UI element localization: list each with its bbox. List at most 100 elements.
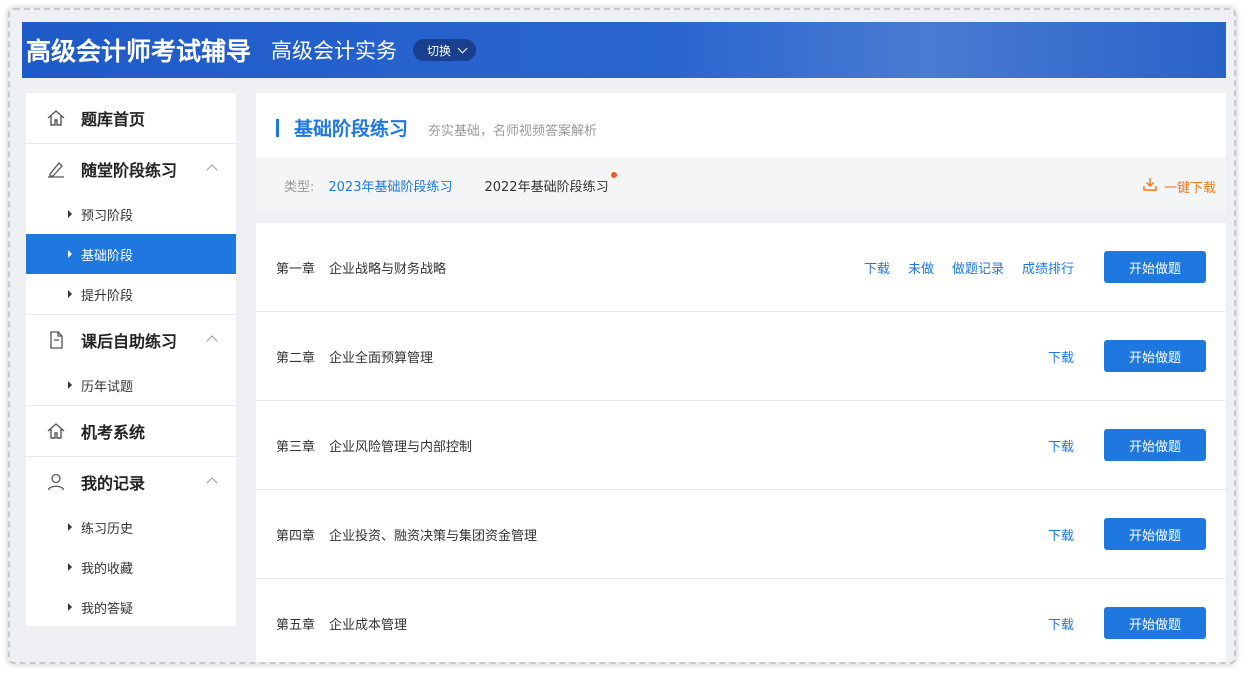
section-description: 夯实基础，名师视频答案解析 [428,123,598,139]
type-option-2022[interactable]: 2022年基础阶段练习 [484,171,617,195]
download-link[interactable]: 下载 [1048,436,1074,455]
chevron-up-icon[interactable] [206,477,218,489]
sidebar-group-my-records: 我的记录 练习历史 我的收藏 我的答疑 [26,457,236,627]
window-frame: 高级会计师考试辅导 高级会计实务 切换 题库首页 随堂阶段练习 预习阶段 基础阶… [8,8,1236,664]
chapter-row: 第四章 企业投资、融资决策与集团资金管理 下载 开始做题 [256,490,1226,579]
sidebar-item-label: 我的记录 [81,474,146,493]
download-link[interactable]: 下载 [1048,347,1074,366]
app: 高级会计师考试辅导 高级会计实务 切换 题库首页 随堂阶段练习 预习阶段 基础阶… [22,22,1226,662]
sidebar-item-exam-system[interactable]: 机考系统 [26,406,236,456]
chapter-row: 第三章 企业风险管理与内部控制 下载 开始做题 [256,401,1226,490]
sidebar-item-label: 课后自助练习 [81,332,178,351]
chapter-actions: 下载 [1048,490,1074,578]
download-link[interactable]: 下载 [864,258,890,277]
chapter-number: 第四章 [276,528,316,544]
triangle-right-icon [68,563,72,571]
chapter-name: 企业全面预算管理 [329,350,434,366]
sidebar-subitem-history[interactable]: 练习历史 [26,507,236,547]
start-practice-button[interactable]: 开始做题 [1104,518,1206,550]
type-filter-row: 类型: 2023年基础阶段练习 2022年基础阶段练习 一键下载 [256,157,1226,213]
sidebar-subitem-favorites[interactable]: 我的收藏 [26,547,236,587]
sidebar-item-label: 机考系统 [81,423,146,442]
sidebar-group-exam-system: 机考系统 [26,406,236,457]
score-ranking-link[interactable]: 成绩排行 [1022,258,1074,277]
sidebar-item-my-records[interactable]: 我的记录 [26,457,236,507]
start-practice-button[interactable]: 开始做题 [1104,251,1206,283]
chapter-number: 第二章 [276,350,316,366]
sidebar-item-label: 题库首页 [81,110,146,129]
title-accent-bar [276,118,279,137]
sidebar-subitem-advanced[interactable]: 提升阶段 [26,274,236,314]
chapter-list: 第一章 企业战略与财务战略 下载 未做 做题记录 成绩排行 开始做题 第二章 企… [256,223,1226,662]
chapter-row: 第二章 企业全面预算管理 下载 开始做题 [256,312,1226,401]
triangle-right-icon [68,250,72,258]
chapter-number: 第三章 [276,439,316,455]
sidebar-subitem-label: 历年试题 [81,379,134,395]
sidebar: 题库首页 随堂阶段练习 预习阶段 基础阶段 提升阶段 课后自助练习 历年试题 机… [26,93,236,626]
chapter-name: 企业成本管理 [329,617,408,633]
document-icon [46,330,66,350]
start-practice-button[interactable]: 开始做题 [1104,340,1206,372]
user-icon [46,472,66,492]
sidebar-item-self-practice[interactable]: 课后自助练习 [26,315,236,365]
home-icon [46,108,66,128]
chapter-name: 企业风险管理与内部控制 [329,439,473,455]
start-practice-button[interactable]: 开始做题 [1104,607,1206,639]
sidebar-subitem-label: 练习历史 [81,521,134,537]
sidebar-subitem-label: 提升阶段 [81,288,134,304]
switch-button[interactable]: 切换 [413,39,477,61]
practice-record-link[interactable]: 做题记录 [952,258,1004,277]
chevron-up-icon[interactable] [206,335,218,347]
chevron-down-icon [457,43,468,53]
status-link-not-done[interactable]: 未做 [908,258,934,277]
pen-icon [46,159,66,179]
download-icon [1142,176,1158,196]
chapter-number: 第五章 [276,617,316,633]
triangle-right-icon [68,210,72,218]
triangle-right-icon [68,290,72,298]
sidebar-subitem-qa[interactable]: 我的答疑 [26,587,236,627]
section-title-row: 基础阶段练习 夯实基础，名师视频答案解析 [276,114,597,141]
section-title: 基础阶段练习 [294,118,409,140]
site-title: 高级会计师考试辅导 [26,37,252,66]
sidebar-group-class-practice: 随堂阶段练习 预习阶段 基础阶段 提升阶段 [26,144,236,315]
triangle-right-icon [68,381,72,389]
download-all-button[interactable]: 一键下载 [1142,176,1216,196]
start-practice-button[interactable]: 开始做题 [1104,429,1206,461]
chapter-number: 第一章 [276,261,316,277]
type-label: 类型: [284,179,315,195]
sidebar-subitem-label: 我的答疑 [81,601,134,617]
sidebar-item-label: 随堂阶段练习 [81,161,178,180]
section-header-panel: 基础阶段练习 夯实基础，名师视频答案解析 类型: 2023年基础阶段练习 202… [256,93,1226,213]
chapter-actions: 下载 [1048,579,1074,662]
sidebar-subitem-label: 基础阶段 [81,248,134,264]
sidebar-item-home[interactable]: 题库首页 [26,93,236,143]
type-option-label: 2022年基础阶段练习 [484,179,609,195]
sidebar-group-self-practice: 课后自助练习 历年试题 [26,315,236,406]
download-link[interactable]: 下载 [1048,614,1074,633]
chapter-actions: 下载 [1048,401,1074,489]
sidebar-group-home: 题库首页 [26,93,236,144]
chapter-name: 企业战略与财务战略 [329,261,447,277]
triangle-right-icon [68,523,72,531]
sidebar-subitem-preview[interactable]: 预习阶段 [26,194,236,234]
type-option-2023[interactable]: 2023年基础阶段练习 [328,176,452,195]
top-header: 高级会计师考试辅导 高级会计实务 切换 [22,22,1226,78]
chapter-row: 第一章 企业战略与财务战略 下载 未做 做题记录 成绩排行 开始做题 [256,223,1226,312]
chapter-row: 第五章 企业成本管理 下载 开始做题 [256,579,1226,662]
download-all-label: 一键下载 [1163,180,1216,196]
chevron-up-icon[interactable] [206,164,218,176]
sidebar-item-class-practice[interactable]: 随堂阶段练习 [26,144,236,194]
download-link[interactable]: 下载 [1048,525,1074,544]
sidebar-subitem-basic[interactable]: 基础阶段 [26,234,236,274]
sidebar-subitem-label: 我的收藏 [81,561,134,577]
chapter-actions: 下载 未做 做题记录 成绩排行 [864,223,1074,311]
sidebar-subitem-past-exams[interactable]: 历年试题 [26,365,236,405]
triangle-right-icon [68,603,72,611]
new-dot-badge [610,171,617,178]
chapter-name: 企业投资、融资决策与集团资金管理 [329,528,538,544]
chapter-actions: 下载 [1048,312,1074,400]
home-icon [46,421,66,441]
sidebar-subitem-label: 预习阶段 [81,208,134,224]
switch-label: 切换 [427,43,452,58]
